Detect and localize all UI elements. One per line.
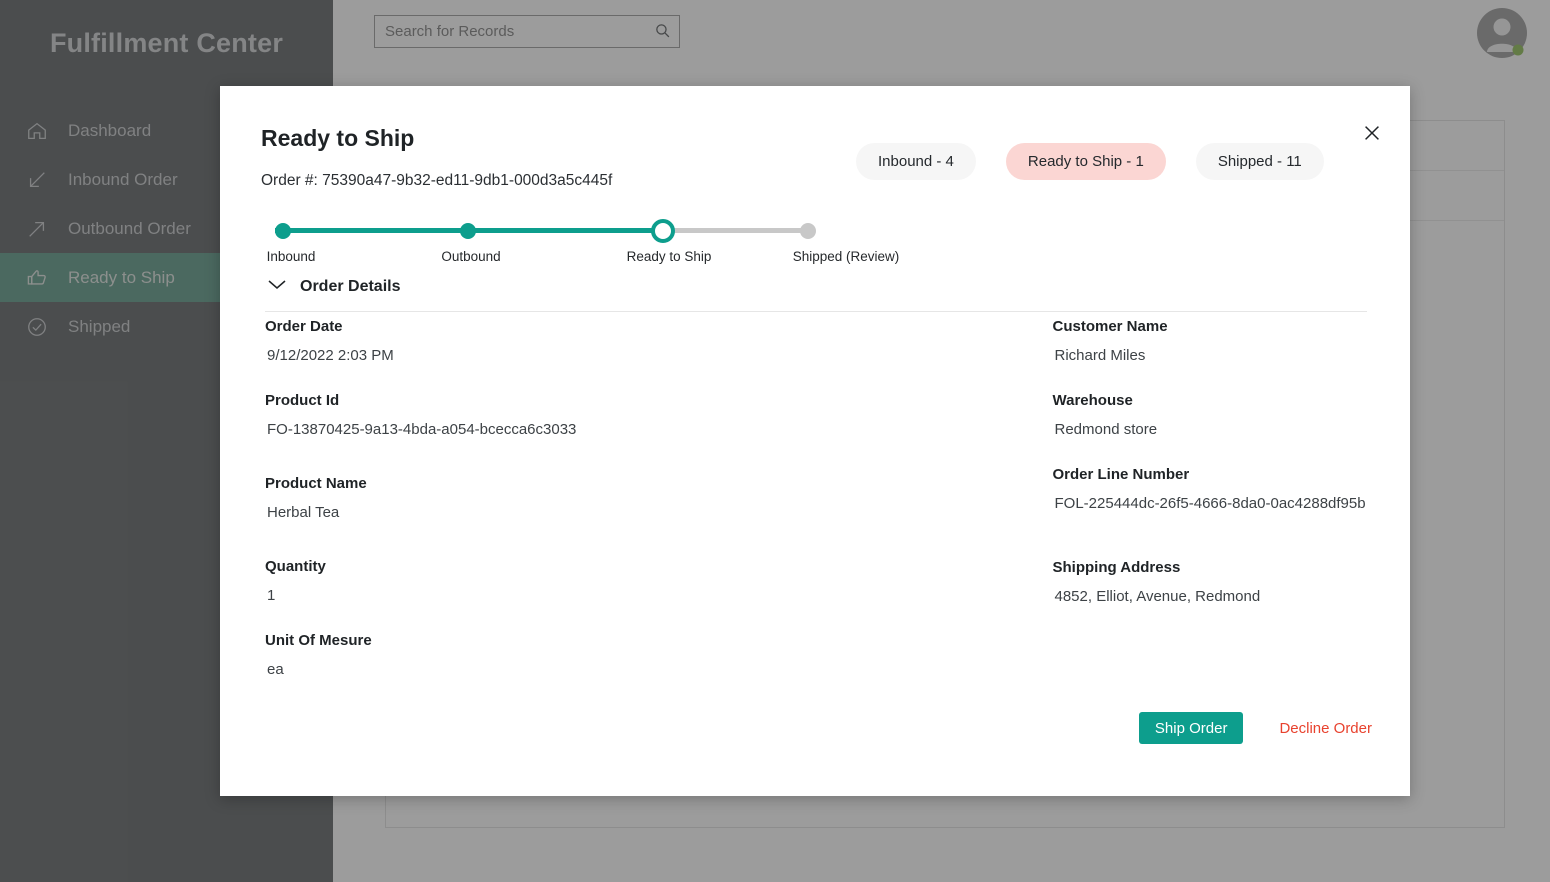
field-quantity: Quantity 1 (265, 558, 818, 604)
field-value: Richard Miles (1053, 347, 1371, 364)
field-value: 4852, Elliot, Avenue, Redmond (1053, 588, 1371, 605)
field-label: Warehouse (1053, 392, 1371, 409)
stepper-dot-ready-to-ship[interactable] (651, 219, 675, 243)
stepper-label-inbound: Inbound (267, 249, 316, 264)
field-order-date: Order Date 9/12/2022 2:03 PM (265, 318, 818, 364)
stepper-dot-shipped[interactable] (800, 223, 816, 239)
decline-order-button[interactable]: Decline Order (1279, 720, 1372, 737)
section-divider (265, 311, 1367, 312)
field-label: Quantity (265, 558, 818, 575)
field-label: Product Name (265, 475, 818, 492)
field-value: Herbal Tea (265, 504, 818, 521)
field-label: Order Date (265, 318, 818, 335)
stepper-label-outbound: Outbound (441, 249, 500, 264)
field-value: FOL-225444dc-26f5-4666-8da0-0ac4288df95b (1053, 495, 1371, 512)
status-filter-pills: Inbound - 4 Ready to Ship - 1 Shipped - … (856, 143, 1324, 180)
app-root: Fulfillment Center Dashboard Inbound (0, 0, 1550, 882)
field-label: Unit Of Mesure (265, 632, 818, 649)
field-shipping-address: Shipping Address 4852, Elliot, Avenue, R… (1053, 559, 1371, 605)
order-details-left-column: Order Date 9/12/2022 2:03 PM Product Id … (265, 318, 818, 681)
field-product-name: Product Name Herbal Tea (265, 475, 818, 521)
field-product-id: Product Id FO-13870425-9a13-4bda-a054-bc… (265, 392, 818, 438)
field-customer-name: Customer Name Richard Miles (1053, 318, 1371, 364)
field-value: ea (265, 661, 818, 678)
stepper-dot-outbound[interactable] (460, 223, 476, 239)
chevron-down-icon (267, 278, 287, 296)
order-details-grid: Order Date 9/12/2022 2:03 PM Product Id … (265, 318, 1370, 681)
stepper-label-ready-to-ship: Ready to Ship (627, 249, 712, 264)
order-progress-stepper: Inbound Outbound Ready to Ship Shipped (… (261, 211, 821, 271)
field-value: FO-13870425-9a13-4bda-a054-bcecca6c3033 (265, 421, 818, 438)
field-value: 1 (265, 587, 818, 604)
ship-order-button[interactable]: Ship Order (1139, 712, 1244, 744)
field-value: Redmond store (1053, 421, 1371, 438)
order-details-toggle-label: Order Details (300, 278, 400, 296)
order-details-toggle[interactable]: Order Details (267, 278, 400, 296)
field-label: Product Id (265, 392, 818, 409)
pill-shipped[interactable]: Shipped - 11 (1196, 143, 1324, 180)
order-detail-modal: Ready to Ship Order #: 75390a47-9b32-ed1… (220, 86, 1410, 796)
stepper-dot-inbound[interactable] (275, 223, 291, 239)
pill-ready-to-ship[interactable]: Ready to Ship - 1 (1006, 143, 1166, 180)
pill-inbound[interactable]: Inbound - 4 (856, 143, 976, 180)
field-warehouse: Warehouse Redmond store (1053, 392, 1371, 438)
close-button[interactable] (1358, 120, 1386, 148)
page-title: Ready to Ship (261, 125, 414, 152)
field-label: Order Line Number (1053, 466, 1371, 483)
order-details-right-column: Customer Name Richard Miles Warehouse Re… (818, 318, 1371, 681)
modal-actions: Ship Order Decline Order (1139, 712, 1372, 744)
field-unit-of-measure: Unit Of Mesure ea (265, 632, 818, 678)
field-order-line-number: Order Line Number FOL-225444dc-26f5-4666… (1053, 466, 1371, 512)
close-icon (1361, 122, 1383, 147)
field-label: Shipping Address (1053, 559, 1371, 576)
order-number: Order #: 75390a47-9b32-ed11-9db1-000d3a5… (261, 172, 612, 190)
field-value: 9/12/2022 2:03 PM (265, 347, 818, 364)
field-label: Customer Name (1053, 318, 1371, 335)
stepper-label-shipped: Shipped (Review) (793, 249, 900, 264)
